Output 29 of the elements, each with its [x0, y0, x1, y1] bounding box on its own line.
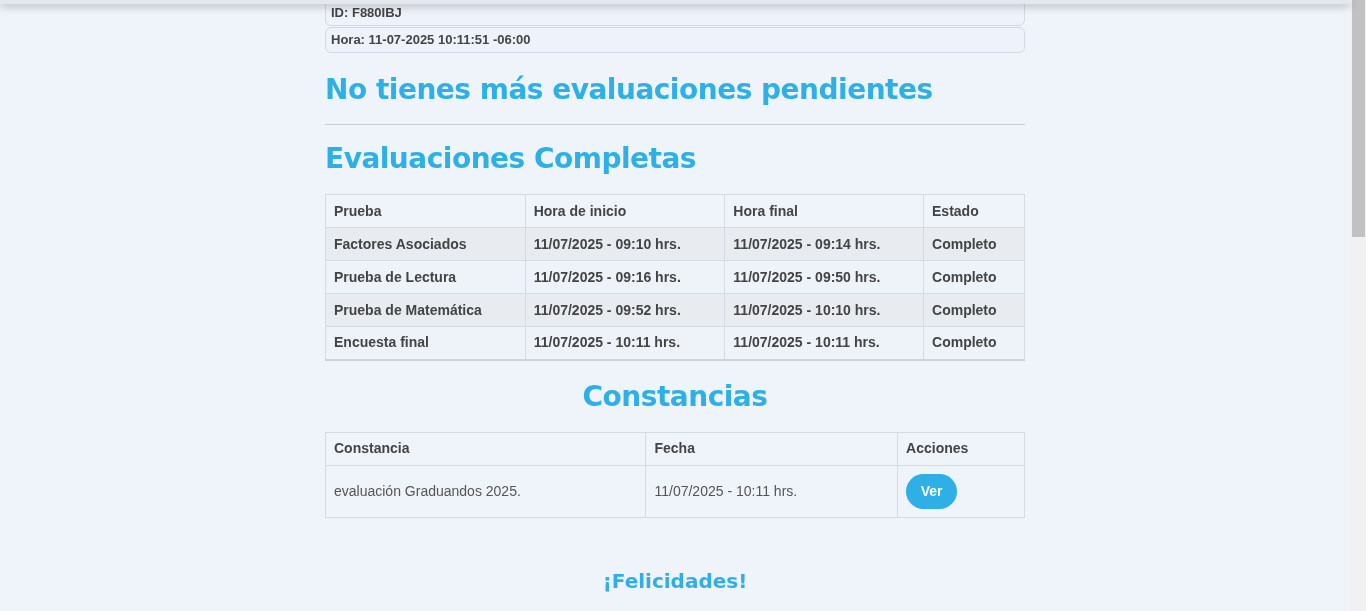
info-box: Hora: 11-07-2025 10:11:51 -06:00	[325, 27, 1025, 53]
scrollbar-thumb[interactable]	[1351, 0, 1365, 237]
column-header: Acciones	[897, 432, 1025, 465]
column-header: Hora de inicio	[525, 194, 725, 228]
table-cell: Completo	[923, 293, 1025, 327]
table-cell: 11/07/2025 - 09:50 hrs.	[724, 260, 924, 294]
table-cell: Encuesta final	[325, 326, 526, 360]
table-cell: 11/07/2025 - 10:10 hrs.	[724, 293, 924, 327]
table-cell: 11/07/2025 - 09:14 hrs.	[724, 227, 924, 261]
table-cell: Factores Asociados	[325, 227, 526, 261]
table-cell: 11/07/2025 - 09:10 hrs.	[525, 227, 725, 261]
pending-heading: No tienes más evaluaciones pendientes	[325, 72, 934, 108]
column-header: Estado	[923, 194, 1025, 228]
table-cell: 11/07/2025 - 10:11 hrs.	[646, 465, 898, 517]
column-header: Hora final	[724, 194, 924, 228]
table-cell: Prueba de Matemática	[325, 293, 526, 327]
table-cell: 11/07/2025 - 09:16 hrs.	[525, 260, 725, 294]
section-heading: Evaluaciones Completas	[325, 141, 697, 177]
column-header: Prueba	[325, 194, 526, 228]
section-heading: Constancias	[581, 378, 769, 415]
table-cell: Prueba de Lectura	[325, 260, 526, 294]
table-cell: Completo	[923, 260, 1025, 294]
column-header: Constancia	[325, 432, 646, 465]
view-button[interactable]: Ver	[906, 473, 958, 509]
table-cell: 11/07/2025 - 09:52 hrs.	[525, 293, 725, 327]
congratulations-text: ¡Felicidades!	[601, 567, 749, 595]
column-header: Fecha	[646, 432, 898, 465]
table-cell: evaluación Graduandos 2025.	[325, 465, 646, 517]
table-cell: Completo	[923, 227, 1025, 261]
